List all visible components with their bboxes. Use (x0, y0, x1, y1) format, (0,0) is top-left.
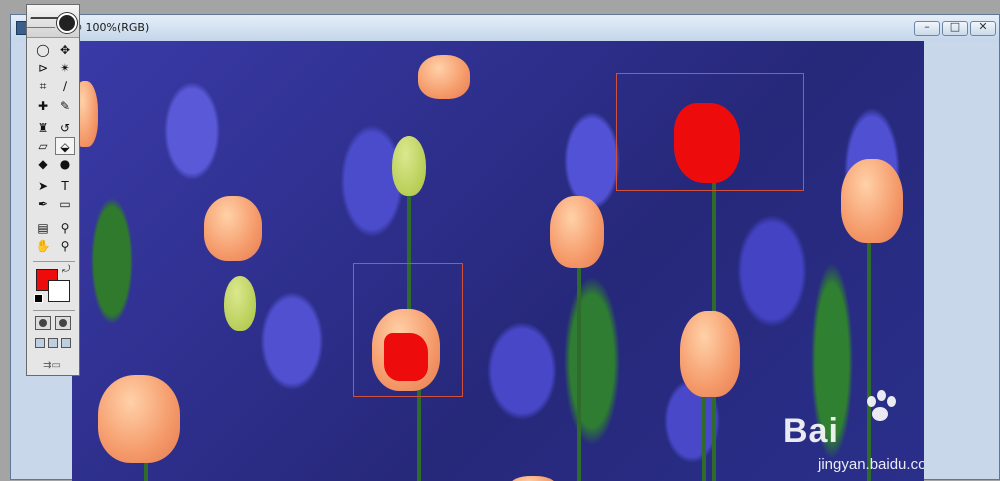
tulip (418, 55, 470, 99)
magic-wand-tool-button[interactable]: ✴ (55, 59, 75, 77)
eyedropper-slice-tool-button[interactable]: ∕ (55, 77, 75, 95)
zoom-tool-button[interactable]: ⚲ (55, 237, 75, 255)
baidu-paw-logo (861, 390, 901, 424)
eyedropper-icon: ⚲ (60, 221, 70, 235)
quick-mask-button[interactable] (55, 316, 71, 330)
pen-icon: ✒ (37, 197, 49, 211)
tulip-bud (224, 276, 256, 331)
move-icon: ✥ (59, 43, 71, 57)
lasso-icon: ◯ (36, 43, 50, 57)
eye-icon (57, 13, 77, 33)
divider (33, 261, 75, 262)
dodge-icon: ● (59, 157, 71, 171)
watermark-brand: Bai (783, 412, 839, 450)
standard-mode-button[interactable] (35, 316, 51, 330)
crop-tool-button[interactable]: ⌗ (33, 77, 53, 95)
notes-tool-button[interactable]: ▤ (33, 219, 53, 237)
tulip (841, 159, 903, 243)
eyedropper-tool-button[interactable]: ⚲ (55, 219, 75, 237)
close-button[interactable]: ✕ (970, 20, 996, 36)
polygon-lasso-tool-button[interactable]: ⊳ (33, 59, 53, 77)
blur-icon: ◆ (38, 157, 48, 171)
eraser-icon: ▱ (38, 139, 48, 153)
tulip (204, 196, 262, 261)
zoom-icon: ⚲ (60, 239, 70, 253)
hand-icon: ✋ (35, 239, 51, 253)
polygon-lasso-icon: ⊳ (37, 61, 49, 75)
eraser-tool-button[interactable]: ▱ (33, 137, 53, 155)
path-selection-icon: ➤ (37, 179, 49, 193)
background-color-swatch[interactable] (48, 280, 70, 302)
jump-to-imageready-button[interactable]: ⇉▭ (37, 359, 67, 373)
minimize-button[interactable]: – (914, 20, 940, 36)
healing-brush-icon: ✚ (37, 99, 49, 113)
lasso-tool-button[interactable]: ◯ (33, 41, 53, 59)
image-canvas[interactable]: Bai 经验 jingyan.baidu.com (72, 41, 924, 481)
tulip-bud (392, 136, 426, 196)
document-titlebar[interactable]: @ 100%(RGB) – □ ✕ (11, 15, 999, 41)
rectangle-tool-button[interactable]: ▭ (55, 195, 75, 213)
selection-marquee (616, 73, 804, 191)
crop-icon: ⌗ (39, 79, 47, 93)
clone-stamp-tool-button[interactable]: ♜ (33, 119, 53, 137)
tulip-stem (702, 396, 706, 481)
feather-icon (26, 17, 60, 28)
paint-bucket-tool-button[interactable]: ⬙ (55, 137, 75, 155)
divider (33, 310, 75, 311)
history-brush-icon: ↺ (59, 121, 71, 135)
maximize-button[interactable]: □ (942, 20, 968, 36)
path-selection-tool-button[interactable]: ➤ (33, 177, 53, 195)
swap-colors-icon[interactable]: ⤾ (62, 264, 70, 275)
rectangle-icon: ▭ (59, 197, 71, 211)
full-screen-menu-button[interactable] (48, 338, 58, 348)
dodge-tool-button[interactable]: ● (55, 155, 75, 173)
paint-bucket-icon: ⬙ (60, 140, 70, 154)
blur-tool-button[interactable]: ◆ (33, 155, 53, 173)
full-screen-button[interactable] (61, 338, 71, 348)
maximize-icon: □ (949, 20, 961, 33)
eyedropper-slice-icon: ∕ (62, 79, 68, 93)
watermark-domain: jingyan.baidu.com (818, 456, 924, 473)
document-title: @ 100%(RGB) (71, 21, 150, 34)
document-window: @ 100%(RGB) – □ ✕ Bai jingyan.baidu.co (10, 14, 1000, 481)
minimize-icon: – (924, 20, 930, 33)
tulip (98, 375, 180, 463)
brush-tool-button[interactable]: ✎ (55, 97, 75, 115)
close-icon: ✕ (978, 20, 988, 33)
healing-brush-tool-button[interactable]: ✚ (33, 97, 53, 115)
selection-marquee (353, 263, 463, 397)
move-tool-button[interactable]: ✥ (55, 41, 75, 59)
tulip-stem (577, 266, 581, 481)
default-colors-icon[interactable] (34, 294, 43, 303)
magic-wand-icon: ✴ (59, 61, 71, 75)
type-icon: T (61, 179, 69, 193)
notes-icon: ▤ (37, 221, 49, 235)
hand-tool-button[interactable]: ✋ (33, 237, 53, 255)
history-brush-tool-button[interactable]: ↺ (55, 119, 75, 137)
baidu-jingyan-watermark: Bai 经验 jingyan.baidu.com (783, 390, 924, 480)
tulip (550, 196, 604, 268)
tools-palette: ◯ ✥ ⊳ ✴ ⌗ ∕ ✚ ✎ ♜ ↺ ▱ ⬙ ◆ ● ➤ T ✒ ▭ ▤ ⚲ ✋ ⚲ ⤾ ⇉▭ (26, 4, 80, 376)
pen-tool-button[interactable]: ✒ (33, 195, 53, 213)
brush-icon: ✎ (59, 99, 71, 113)
tools-palette-header[interactable] (26, 5, 79, 38)
tulip (680, 311, 740, 397)
type-tool-button[interactable]: T (55, 177, 75, 195)
clone-stamp-icon: ♜ (37, 121, 49, 135)
standard-screen-button[interactable] (35, 338, 45, 348)
